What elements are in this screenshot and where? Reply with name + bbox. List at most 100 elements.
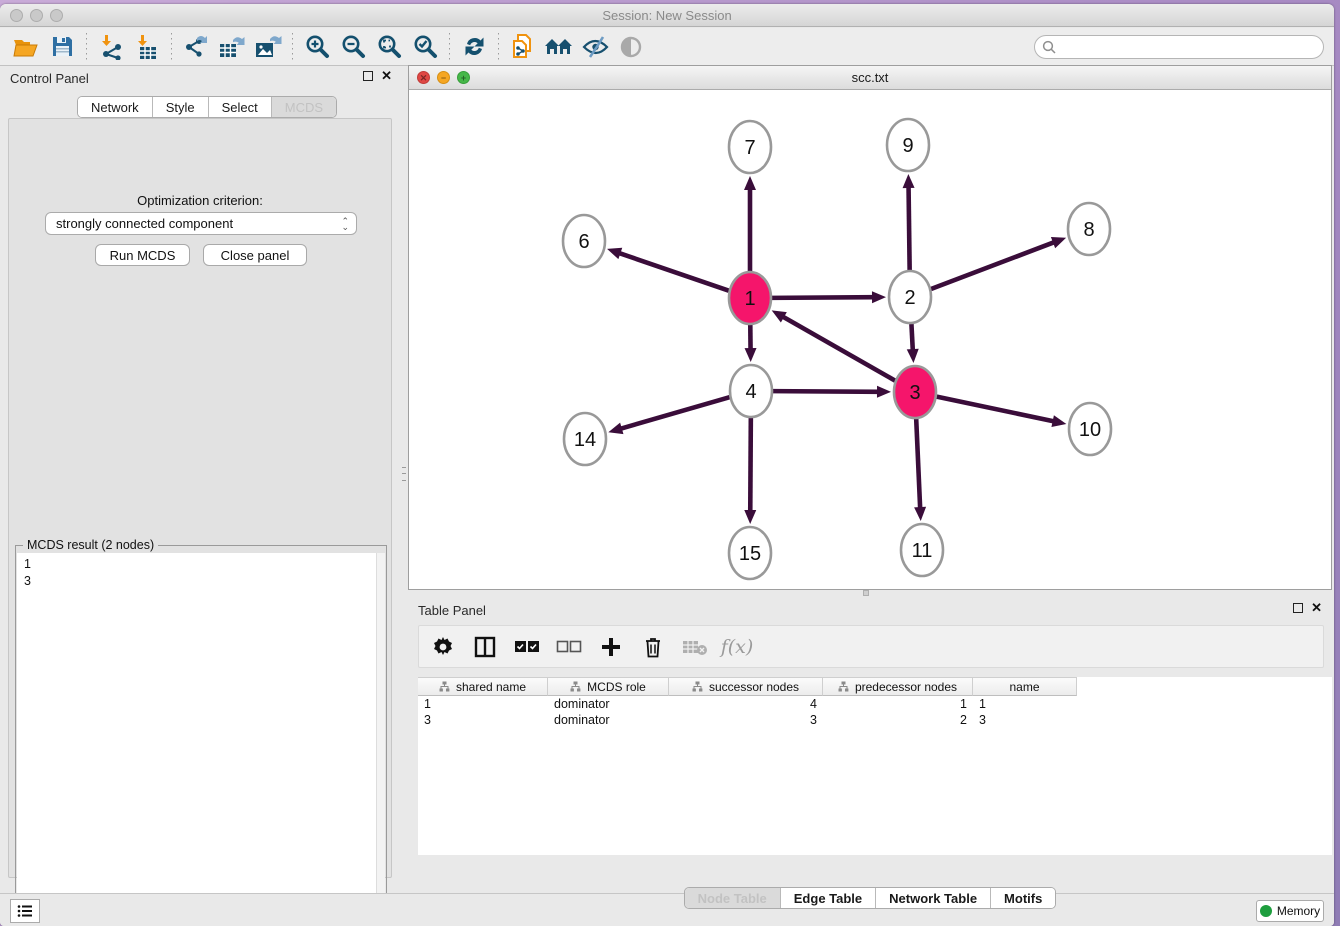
column-header-label: predecessor nodes bbox=[855, 680, 957, 694]
edge-4-3[interactable] bbox=[773, 391, 879, 392]
column-header-successor-nodes[interactable]: successor nodes bbox=[669, 677, 823, 696]
node-label: 10 bbox=[1079, 419, 1101, 441]
table-cell: 1 bbox=[973, 696, 1077, 712]
search-input[interactable] bbox=[1034, 35, 1324, 59]
graph-node-10[interactable]: 10 bbox=[1069, 403, 1111, 455]
table-row[interactable]: 1dominator411 bbox=[418, 696, 1077, 712]
open-session-button[interactable] bbox=[8, 31, 44, 63]
eye-slash-icon bbox=[582, 35, 609, 59]
column-type-icon bbox=[838, 681, 849, 692]
panel-splitter[interactable] bbox=[400, 65, 408, 888]
export-network-button[interactable] bbox=[178, 31, 214, 63]
edge-arrowhead-icon bbox=[1051, 415, 1066, 427]
tab-mcds[interactable]: MCDS bbox=[271, 97, 336, 117]
import-network-button[interactable] bbox=[93, 31, 129, 63]
clone-network-button[interactable] bbox=[505, 31, 541, 63]
optimization-criterion-select[interactable]: strongly connected component ⌃⌄ bbox=[45, 212, 357, 235]
tab-edge-table[interactable]: Edge Table bbox=[780, 888, 875, 908]
show-details-button[interactable] bbox=[613, 31, 649, 63]
edge-4-15[interactable] bbox=[750, 418, 751, 512]
mcds-result-area[interactable]: 1 3 bbox=[17, 553, 385, 921]
close-panel-button[interactable]: Close panel bbox=[203, 244, 307, 266]
float-panel-icon[interactable] bbox=[363, 71, 373, 81]
graph-node-9[interactable]: 9 bbox=[887, 119, 929, 171]
close-panel-icon[interactable]: ✕ bbox=[381, 71, 392, 81]
export-table-icon bbox=[218, 34, 246, 60]
graph-node-11[interactable]: 11 bbox=[901, 524, 943, 576]
graph-node-14[interactable]: 14 bbox=[564, 413, 606, 465]
edge-arrowhead-icon bbox=[608, 423, 623, 435]
network-window-title: scc.txt bbox=[409, 70, 1331, 85]
tab-network-table[interactable]: Network Table bbox=[875, 888, 990, 908]
export-table-button[interactable] bbox=[214, 31, 250, 63]
zoom-out-button[interactable] bbox=[335, 31, 371, 63]
first-neighbors-button[interactable] bbox=[541, 31, 577, 63]
unchecked-boxes-icon bbox=[556, 640, 582, 654]
zoom-fit-icon bbox=[376, 34, 402, 60]
select-all-columns-button[interactable] bbox=[513, 633, 541, 661]
network-resize-grip[interactable] bbox=[863, 590, 869, 596]
refresh-button[interactable] bbox=[456, 31, 492, 63]
title-bar: Session: New Session bbox=[0, 4, 1334, 27]
column-header-label: MCDS role bbox=[587, 680, 646, 694]
toolbar-separator bbox=[86, 33, 87, 61]
tab-select[interactable]: Select bbox=[208, 97, 271, 117]
task-history-button[interactable] bbox=[10, 899, 40, 923]
edge-1-2[interactable] bbox=[772, 297, 874, 298]
hide-details-button[interactable] bbox=[577, 31, 613, 63]
save-session-button[interactable] bbox=[44, 31, 80, 63]
control-panel-title: Control Panel bbox=[10, 71, 89, 86]
column-header-name[interactable]: name bbox=[973, 677, 1077, 696]
edge-3-10[interactable] bbox=[937, 397, 1055, 422]
edge-1-6[interactable] bbox=[618, 253, 728, 291]
graph-node-8[interactable]: 8 bbox=[1068, 203, 1110, 255]
result-scrollbar[interactable] bbox=[376, 553, 385, 921]
edge-2-3[interactable] bbox=[911, 324, 912, 351]
table-panel-controls: ✕ bbox=[1293, 603, 1322, 613]
import-table-icon bbox=[134, 34, 160, 60]
delete-column-button[interactable] bbox=[639, 633, 667, 661]
zoom-out-icon bbox=[340, 34, 366, 60]
node-label: 6 bbox=[578, 231, 589, 253]
graph-node-2[interactable]: 2 bbox=[889, 271, 931, 323]
graph-node-4[interactable]: 4 bbox=[730, 365, 772, 417]
column-header-predecessor-nodes[interactable]: predecessor nodes bbox=[823, 677, 973, 696]
network-canvas[interactable]: 7 9 6 8 1 2 4 3 14 10 15 11 bbox=[409, 90, 1331, 589]
edge-4-14[interactable] bbox=[620, 397, 730, 429]
zoom-in-icon bbox=[304, 34, 330, 60]
edge-2-9[interactable] bbox=[909, 186, 910, 270]
table-row[interactable]: 3dominator323 bbox=[418, 712, 1077, 728]
graph-node-7[interactable]: 7 bbox=[729, 121, 771, 173]
zoom-fit-button[interactable] bbox=[371, 31, 407, 63]
graph-node-3[interactable]: 3 bbox=[894, 366, 936, 418]
tab-node-table[interactable]: Node Table bbox=[685, 888, 780, 908]
create-column-button[interactable] bbox=[597, 633, 625, 661]
close-panel-icon[interactable]: ✕ bbox=[1311, 603, 1322, 613]
graph-node-15[interactable]: 15 bbox=[729, 527, 771, 579]
graph-node-6[interactable]: 6 bbox=[563, 215, 605, 267]
edge-2-8[interactable] bbox=[931, 242, 1055, 289]
zoom-in-button[interactable] bbox=[299, 31, 335, 63]
node-label: 3 bbox=[909, 382, 920, 404]
column-header-shared-name[interactable]: shared name bbox=[418, 677, 548, 696]
memory-button[interactable]: Memory bbox=[1256, 900, 1324, 922]
column-header-MCDS-role[interactable]: MCDS role bbox=[548, 677, 669, 696]
trash-icon bbox=[643, 636, 663, 658]
zoom-selected-button[interactable] bbox=[407, 31, 443, 63]
mcds-result-groupbox: MCDS result (2 nodes) 1 3 bbox=[15, 545, 387, 923]
import-table-button[interactable] bbox=[129, 31, 165, 63]
tab-network[interactable]: Network bbox=[78, 97, 152, 117]
export-network-icon bbox=[183, 34, 210, 60]
show-columns-button[interactable] bbox=[471, 633, 499, 661]
tab-motifs[interactable]: Motifs bbox=[990, 888, 1055, 908]
deselect-all-columns-button[interactable] bbox=[555, 633, 583, 661]
table-settings-button[interactable] bbox=[429, 633, 457, 661]
export-image-button[interactable] bbox=[250, 31, 286, 63]
tab-style[interactable]: Style bbox=[152, 97, 208, 117]
graph-node-1[interactable]: 1 bbox=[729, 272, 771, 324]
float-panel-icon[interactable] bbox=[1293, 603, 1303, 613]
table-cell: 2 bbox=[823, 712, 973, 728]
edge-3-1[interactable] bbox=[782, 316, 895, 380]
edge-3-11[interactable] bbox=[916, 419, 920, 509]
run-mcds-button[interactable]: Run MCDS bbox=[95, 244, 190, 266]
